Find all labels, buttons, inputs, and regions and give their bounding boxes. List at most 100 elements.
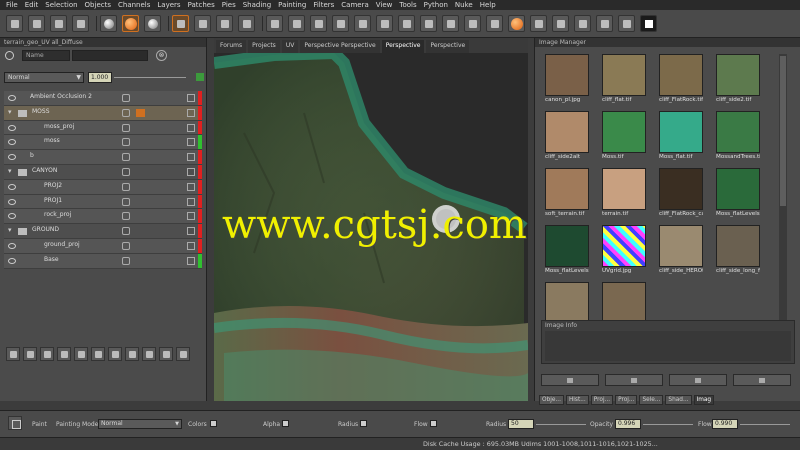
image-thumbnail[interactable]: MossandTrees.tif xyxy=(716,111,760,160)
link-icon[interactable] xyxy=(122,197,130,206)
menu-pies[interactable]: Pies xyxy=(222,1,236,9)
layer-row[interactable]: ▾ GROUND xyxy=(4,224,202,239)
layer-row[interactable]: PROJ1 xyxy=(4,194,202,210)
black-swatch-icon[interactable] xyxy=(640,15,657,32)
radius-checkbox[interactable] xyxy=(360,420,367,427)
link-icon[interactable] xyxy=(122,212,130,221)
radius-field[interactable]: 50 xyxy=(508,419,534,429)
layer-row[interactable]: PROJ2 xyxy=(4,179,202,195)
menu-objects[interactable]: Objects xyxy=(85,1,111,9)
panel-tab[interactable]: Proj... xyxy=(615,395,638,405)
search-input[interactable] xyxy=(72,50,148,61)
open-file-icon[interactable] xyxy=(28,15,45,32)
trash-icon[interactable] xyxy=(176,347,190,361)
delete-layer-icon[interactable] xyxy=(108,347,122,361)
color-swatch-icon[interactable] xyxy=(574,15,591,32)
visibility-eye-icon[interactable] xyxy=(8,257,16,264)
layer-row[interactable]: Base xyxy=(4,253,202,269)
viewport-tab[interactable]: Projects xyxy=(248,40,280,53)
viewport-tab[interactable]: Forums xyxy=(216,40,247,53)
flow-field[interactable]: 0.990 xyxy=(712,419,738,429)
radius-slider[interactable] xyxy=(536,424,586,425)
visibility-eye-icon[interactable] xyxy=(8,183,16,190)
menu-tools[interactable]: Tools xyxy=(399,1,416,9)
image-thumbnail[interactable]: UVgrid.jpg xyxy=(602,225,646,274)
duplicate-layer-icon[interactable] xyxy=(40,347,54,361)
properties-icon[interactable] xyxy=(159,347,173,361)
opacity-slider[interactable] xyxy=(643,424,693,425)
menu-file[interactable]: File xyxy=(6,1,18,9)
link-icon[interactable] xyxy=(122,167,130,176)
cube-icon[interactable] xyxy=(442,15,459,32)
visibility-eye-icon[interactable] xyxy=(8,198,16,205)
mask-layer-icon[interactable] xyxy=(91,347,105,361)
sphere-icon[interactable] xyxy=(100,15,117,32)
export-image-button[interactable] xyxy=(605,374,663,386)
menu-patches[interactable]: Patches xyxy=(188,1,215,9)
clear-search-button[interactable]: ⊗ xyxy=(156,50,167,61)
smudge-icon[interactable] xyxy=(238,15,255,32)
menu-help[interactable]: Help xyxy=(480,1,496,9)
menu-painting[interactable]: Painting xyxy=(278,1,306,9)
visibility-eye-icon[interactable] xyxy=(8,242,16,249)
lock-icon[interactable] xyxy=(187,167,195,176)
shaded-sphere-icon[interactable] xyxy=(144,15,161,32)
lock-icon[interactable] xyxy=(187,197,195,206)
layer-opacity-slider[interactable] xyxy=(114,77,186,78)
image-thumbnail[interactable]: terrain.tif xyxy=(602,168,646,217)
image-thumbnail[interactable]: canon_pl.jpg xyxy=(545,54,589,103)
menu-layers[interactable]: Layers xyxy=(157,1,180,9)
link-icon[interactable] xyxy=(122,256,130,265)
add-group-icon[interactable] xyxy=(23,347,37,361)
layer-row[interactable]: rock_proj xyxy=(4,209,202,225)
menu-channels[interactable]: Channels xyxy=(118,1,150,9)
layer-row[interactable]: ground_proj xyxy=(4,238,202,254)
image-thumbnail[interactable]: cliff_side_HEROt xyxy=(659,225,703,274)
lock-icon[interactable] xyxy=(187,256,195,265)
image-thumbnail[interactable]: cliff_side2alt xyxy=(545,111,589,160)
menu-filters[interactable]: Filters xyxy=(313,1,334,9)
pin-icon[interactable] xyxy=(486,15,503,32)
expand-icon[interactable]: ▾ xyxy=(8,108,12,116)
merge-layer-icon[interactable] xyxy=(57,347,71,361)
filter-layer-icon[interactable] xyxy=(142,347,156,361)
menu-nuke[interactable]: Nuke xyxy=(455,1,473,9)
layer-row[interactable]: moss_proj xyxy=(4,120,202,136)
layer-row[interactable]: b xyxy=(4,150,202,165)
menu-python[interactable]: Python xyxy=(424,1,448,9)
paint-layer-icon[interactable] xyxy=(172,15,189,32)
white-swatch-icon[interactable] xyxy=(618,15,635,32)
save-file-icon[interactable] xyxy=(50,15,67,32)
link-icon[interactable] xyxy=(122,94,130,102)
link-icon[interactable] xyxy=(122,241,130,250)
visibility-eye-icon[interactable] xyxy=(8,95,16,101)
camera-icon[interactable] xyxy=(552,15,569,32)
grid-icon[interactable] xyxy=(194,15,211,32)
link-icon[interactable] xyxy=(122,153,130,162)
lock-icon[interactable] xyxy=(187,227,195,236)
image-thumbnail[interactable]: soft_terrain.tif xyxy=(545,168,589,217)
layer-row[interactable]: ▾ MOSS xyxy=(4,105,202,121)
opacity-field[interactable]: 0.996 xyxy=(615,419,641,429)
search-filter-dropdown[interactable]: Name xyxy=(22,50,70,61)
zoom-icon[interactable] xyxy=(310,15,327,32)
image-thumbnail[interactable]: cliff_flat.tif xyxy=(602,54,646,103)
panel-tab[interactable]: Imag xyxy=(693,395,715,405)
link-icon[interactable] xyxy=(122,123,130,132)
image-thumbnail[interactable]: cliff_FlatRock_cav xyxy=(659,168,703,217)
expand-icon[interactable]: ▾ xyxy=(8,167,12,175)
paint-tool-icon[interactable] xyxy=(8,416,22,430)
lock-icon[interactable] xyxy=(187,94,195,102)
lock-icon[interactable] xyxy=(187,182,195,191)
adjust-layer-icon[interactable] xyxy=(74,347,88,361)
image-thumbnail[interactable]: Moss_flatLevels08 xyxy=(545,225,589,274)
remove-image-button[interactable] xyxy=(733,374,791,386)
eyedropper-icon[interactable] xyxy=(596,15,613,32)
mask-icon[interactable] xyxy=(136,108,145,117)
menu-shading[interactable]: Shading xyxy=(243,1,271,9)
image-grid-scrollbar[interactable] xyxy=(779,54,787,354)
menu-camera[interactable]: Camera xyxy=(341,1,368,9)
expand-icon[interactable]: ▾ xyxy=(8,226,12,234)
rotate-icon[interactable] xyxy=(354,15,371,32)
painting-mode-dropdown[interactable]: Normal xyxy=(98,419,182,429)
